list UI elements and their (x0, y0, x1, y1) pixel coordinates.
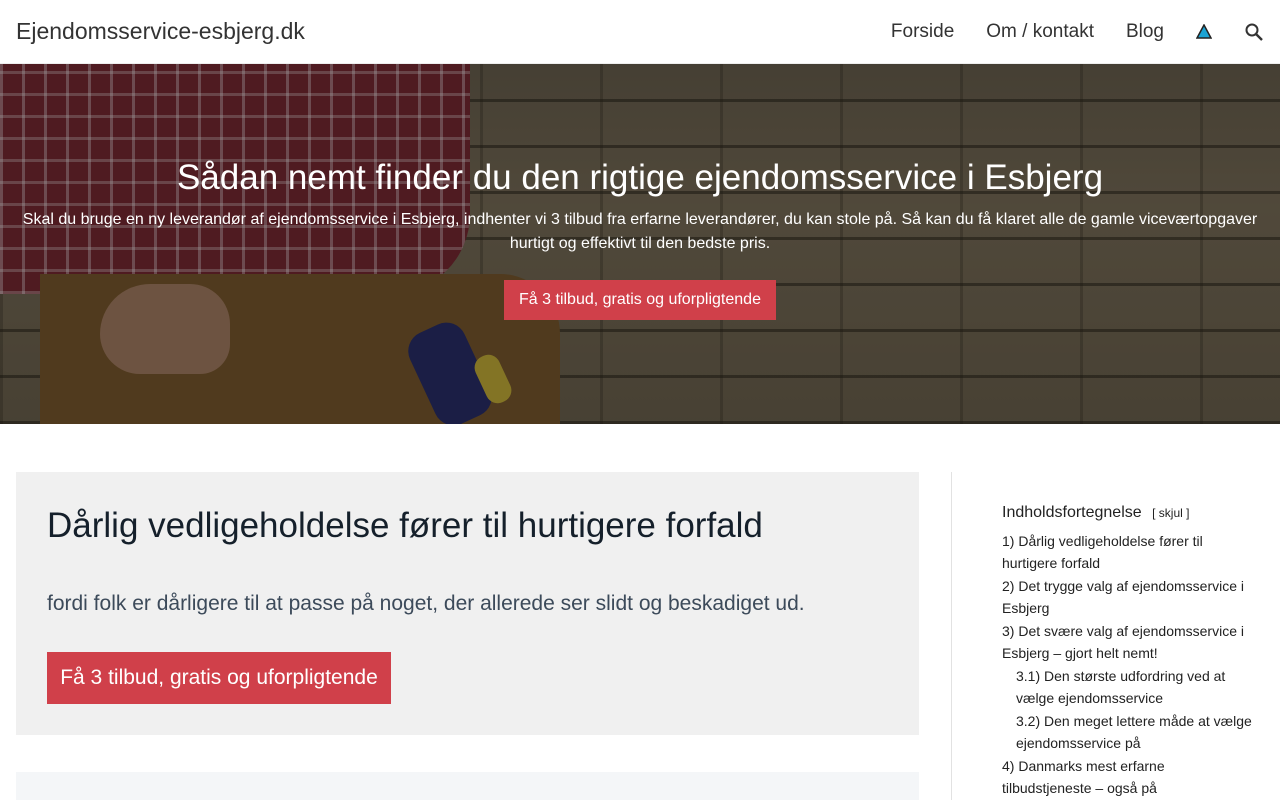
sidebar-divider (951, 472, 952, 800)
table-of-contents: Indholdsfortegnelse [ skjul ] 1) Dårlig … (1002, 504, 1252, 800)
nav-item-blog[interactable]: Blog (1126, 21, 1164, 43)
hero-banner: Sådan nemt finder du den rigtige ejendom… (0, 64, 1280, 424)
search-icon[interactable] (1244, 22, 1264, 42)
site-title-link[interactable]: Ejendomsservice-esbjerg.dk (16, 18, 305, 45)
toc-item[interactable]: 4) Danmarks mest erfarne tilbudstjeneste… (1002, 755, 1252, 799)
card-heading: Dårlig vedligeholdelse fører til hurtige… (47, 506, 763, 545)
toc-subitem[interactable]: 3.1) Den største udfordring ved at vælge… (1002, 665, 1252, 709)
toc-subitem[interactable]: 3.2) Den meget lettere måde at vælge eje… (1002, 710, 1252, 754)
card-cta-button[interactable]: Få 3 tilbud, gratis og uforpligtende (47, 652, 391, 704)
toc-hide-toggle[interactable]: [ skjul ] (1152, 506, 1189, 520)
toc-item[interactable]: 3) Det svære valg af ejendomsservice i E… (1002, 620, 1252, 664)
hero-text: Skal du bruge en ny leverandør af ejendo… (22, 211, 1258, 252)
nav-item-forside[interactable]: Forside (891, 21, 954, 43)
site-header: Ejendomsservice-esbjerg.dk Forside Om / … (0, 0, 1280, 64)
hero-title: Sådan nemt finder du den rigtige ejendom… (176, 158, 1104, 197)
toc-item[interactable]: 2) Det trygge valg af ejendomsservice i … (1002, 575, 1252, 619)
nav-item-om-kontakt[interactable]: Om / kontakt (986, 21, 1094, 43)
toc-title: Indholdsfortegnelse (1002, 504, 1142, 521)
main-nav: Forside Om / kontakt Blog (859, 0, 1264, 64)
card-text: fordi folk er dårligere til at passe på … (47, 592, 805, 615)
hero-cta-button[interactable]: Få 3 tilbud, gratis og uforpligtende (504, 280, 776, 320)
toc-list: 1) Dårlig vedligeholdelse fører til hurt… (1002, 530, 1252, 799)
next-content-card (16, 772, 919, 800)
toc-item[interactable]: 1) Dårlig vedligeholdelse fører til hurt… (1002, 530, 1252, 574)
content-card: Dårlig vedligeholdelse fører til hurtige… (16, 472, 919, 735)
warning-triangle-icon[interactable] (1195, 23, 1213, 40)
